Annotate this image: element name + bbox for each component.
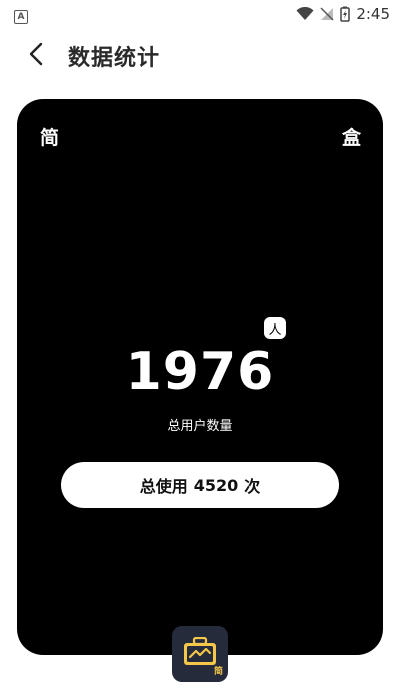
page-title: 数据统计 bbox=[68, 46, 161, 71]
logo-char: 简 bbox=[213, 667, 223, 677]
chevron-left-icon bbox=[28, 42, 44, 70]
status-time: 2:45 bbox=[356, 5, 390, 23]
user-count: 1976 bbox=[125, 342, 275, 402]
battery-charging-icon bbox=[340, 6, 351, 22]
toolbox-logo-icon bbox=[182, 636, 218, 671]
usage-count: 4520 bbox=[193, 475, 239, 495]
usage-prefix: 总使用 bbox=[139, 477, 188, 496]
app-notification-icon: A bbox=[14, 10, 28, 25]
status-bar: A 2:45 bbox=[0, 0, 400, 28]
card-corner-right: 盒 bbox=[341, 127, 361, 149]
user-count-label: 总用户数量 bbox=[167, 419, 233, 434]
stats-card: 简 盒 人 1976 总用户数量 总使用 4520 次 bbox=[17, 99, 383, 655]
card-corner-left: 简 bbox=[40, 127, 60, 149]
usage-suffix: 次 bbox=[244, 477, 261, 496]
back-button[interactable] bbox=[22, 42, 50, 70]
usage-count-button[interactable]: 总使用 4520 次 bbox=[61, 462, 339, 508]
app-logo: 简 bbox=[172, 626, 228, 682]
unit-badge: 人 bbox=[264, 317, 286, 339]
no-signal-icon bbox=[320, 7, 334, 21]
wifi-icon bbox=[296, 7, 314, 21]
app-bar: 数据统计 bbox=[0, 28, 400, 84]
